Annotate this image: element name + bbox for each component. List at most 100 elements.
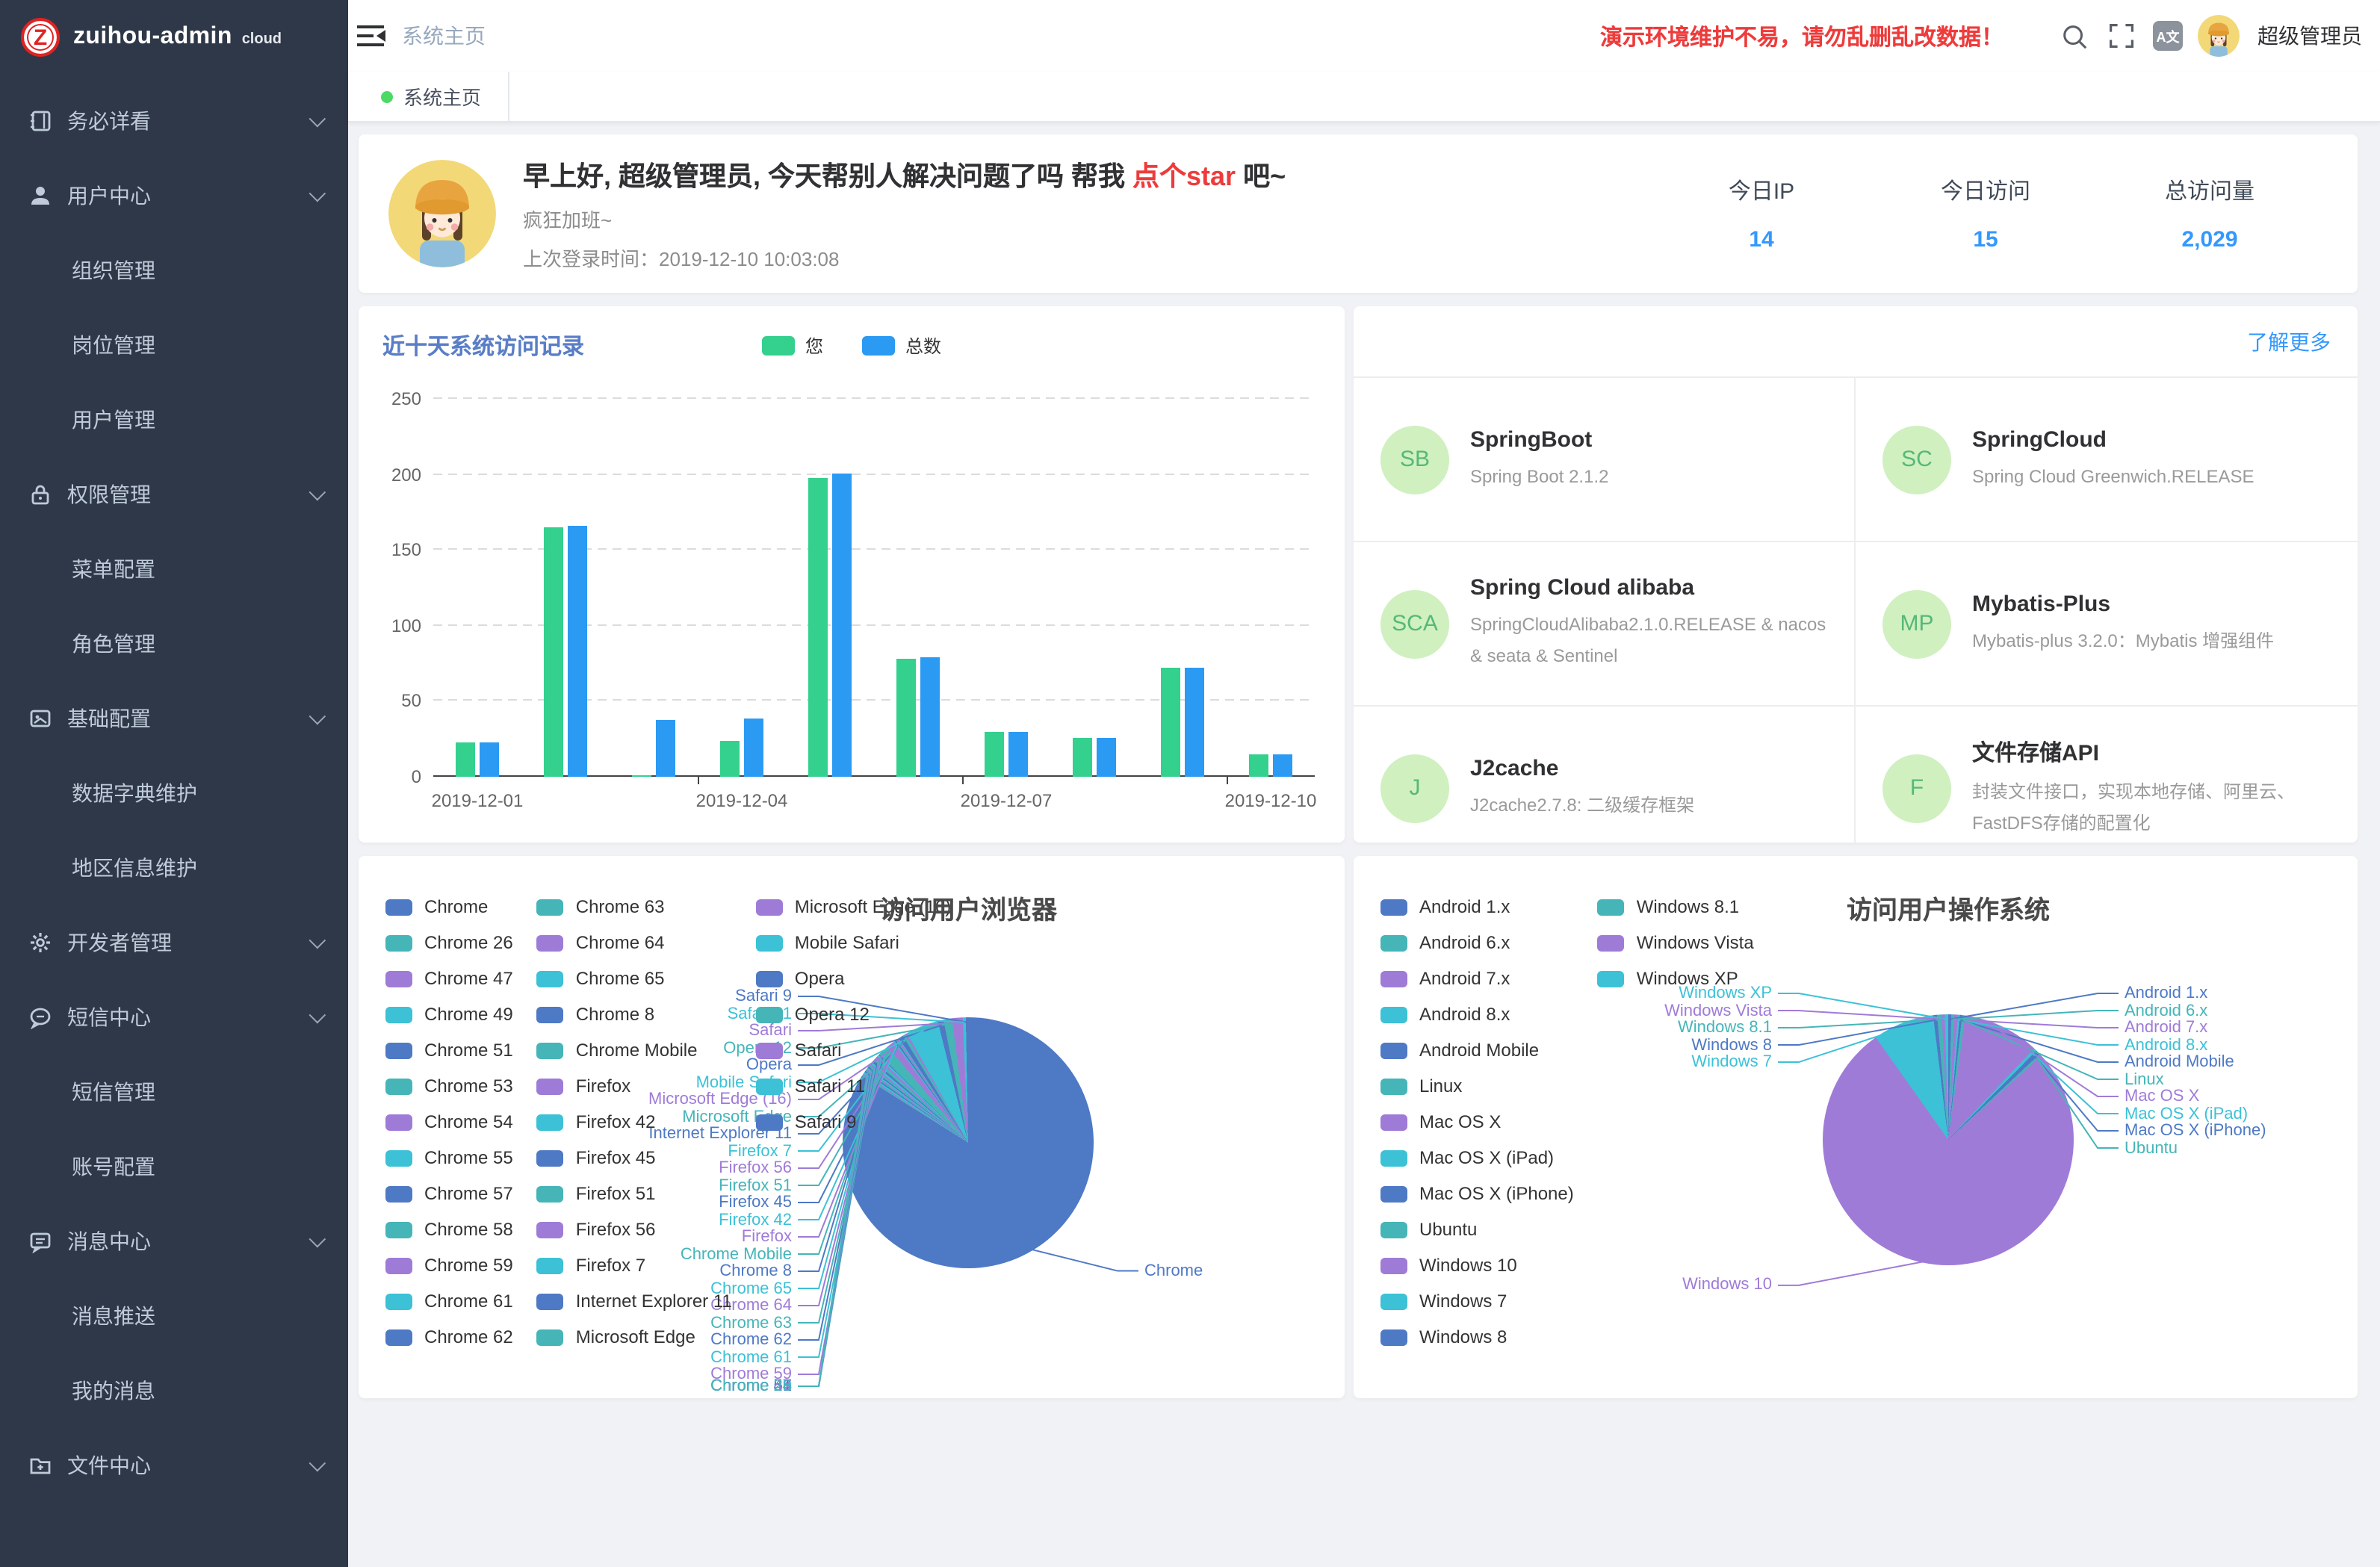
- bar-总数-2019-12-06[interactable]: [920, 657, 940, 777]
- tech-card-item-4[interactable]: JJ2cacheJ2cache2.7.8: 二级缓存框架: [1354, 707, 1856, 843]
- bar-您-2019-12-03[interactable]: [632, 775, 651, 777]
- star-link[interactable]: 点个star: [1132, 161, 1236, 191]
- sidebar-item-1[interactable]: 用户中心: [0, 158, 348, 233]
- legend-item[interactable]: Android 6.x: [1380, 925, 1574, 961]
- bar-您-2019-12-01[interactable]: [456, 742, 475, 777]
- tech-card-item-0[interactable]: SBSpringBootSpring Boot 2.1.2: [1354, 378, 1856, 542]
- sidebar-item-4[interactable]: 开发者管理: [0, 905, 348, 980]
- legend-item[interactable]: Chrome 57: [385, 1176, 513, 1211]
- legend-item[interactable]: Firefox 51: [537, 1176, 732, 1211]
- bar-总数-2019-12-03[interactable]: [656, 719, 675, 777]
- bar-您-2019-12-08[interactable]: [1073, 737, 1092, 777]
- tech-card-item-5[interactable]: F文件存储API封装文件接口，实现本地存储、阿里云、FastDFS存储的配置化: [1856, 707, 2358, 843]
- sidebar-subitem[interactable]: 我的消息: [0, 1353, 348, 1428]
- bar-总数-2019-12-02[interactable]: [568, 526, 587, 777]
- legend-item[interactable]: Ubuntu: [1380, 1211, 1574, 1247]
- legend-item[interactable]: Chrome 59: [385, 1247, 513, 1283]
- legend-item[interactable]: Mac OS X (iPad): [1380, 1140, 1574, 1176]
- sidebar-subitem[interactable]: 账号配置: [0, 1129, 348, 1204]
- legend-item[interactable]: Safari: [756, 1032, 951, 1068]
- legend-item[interactable]: Chrome: [385, 889, 513, 925]
- sidebar-subitem[interactable]: 菜单配置: [0, 532, 348, 606]
- collapse-menu-icon[interactable]: [357, 24, 387, 48]
- legend-item[interactable]: Android Mobile: [1380, 1032, 1574, 1068]
- legend-item[interactable]: Firefox 56: [537, 1211, 732, 1247]
- legend-item[interactable]: Android 8.x: [1380, 996, 1574, 1032]
- legend-item[interactable]: Chrome 53: [385, 1068, 513, 1104]
- bar-您-2019-12-07[interactable]: [985, 731, 1004, 777]
- legend-item[interactable]: Chrome Mobile: [537, 1032, 732, 1068]
- avatar[interactable]: [2198, 15, 2240, 57]
- tech-card-item-3[interactable]: MPMybatis-PlusMybatis-plus 3.2.0：Mybatis…: [1856, 542, 2358, 707]
- legend-item[interactable]: Chrome 49: [385, 996, 513, 1032]
- legend-item[interactable]: Opera 12: [756, 996, 951, 1032]
- legend-item[interactable]: Opera: [756, 961, 951, 996]
- search-icon[interactable]: [2057, 19, 2090, 52]
- language-icon[interactable]: A文: [2153, 21, 2183, 51]
- bar-总数-2019-12-08[interactable]: [1097, 737, 1116, 777]
- tech-card-item-1[interactable]: SCSpringCloudSpring Cloud Greenwich.RELE…: [1856, 378, 2358, 542]
- sidebar-item-0[interactable]: 务必详看: [0, 84, 348, 158]
- legend-item[interactable]: 总数: [862, 333, 941, 359]
- legend-item[interactable]: Mac OS X (iPhone): [1380, 1176, 1574, 1211]
- os-pie[interactable]: [1823, 1014, 2074, 1265]
- legend-item[interactable]: Windows 8: [1380, 1319, 1574, 1355]
- sidebar-item-3[interactable]: 基础配置: [0, 681, 348, 756]
- bar-总数-2019-12-04[interactable]: [744, 718, 763, 777]
- legend-item[interactable]: Android 1.x: [1380, 889, 1574, 925]
- legend-item[interactable]: Chrome 55: [385, 1140, 513, 1176]
- legend-item[interactable]: Mobile Safari: [756, 925, 951, 961]
- bar-总数-2019-12-10[interactable]: [1273, 754, 1292, 777]
- legend-item[interactable]: Chrome 64: [537, 925, 732, 961]
- legend-item[interactable]: Chrome 61: [385, 1283, 513, 1319]
- legend-item[interactable]: Internet Explorer 11: [537, 1283, 732, 1319]
- legend-item[interactable]: Firefox: [537, 1068, 732, 1104]
- legend-item[interactable]: Chrome 62: [385, 1319, 513, 1355]
- stat-value[interactable]: 14: [1649, 227, 1874, 252]
- bar-您-2019-12-09[interactable]: [1161, 668, 1180, 777]
- tab-home[interactable]: 系统主页: [354, 72, 509, 121]
- sidebar-item-5[interactable]: 短信中心: [0, 980, 348, 1055]
- learn-more-link[interactable]: 了解更多: [2247, 326, 2331, 356]
- legend-item[interactable]: Chrome 8: [537, 996, 732, 1032]
- legend-item[interactable]: Chrome 58: [385, 1211, 513, 1247]
- legend-item[interactable]: Firefox 42: [537, 1104, 732, 1140]
- legend-item[interactable]: Windows XP: [1598, 961, 1754, 996]
- legend-item[interactable]: Chrome 54: [385, 1104, 513, 1140]
- stat-value[interactable]: 15: [1874, 227, 2098, 252]
- logo[interactable]: Z zuihou-admin cloud: [0, 0, 348, 75]
- sidebar-subitem[interactable]: 角色管理: [0, 606, 348, 681]
- legend-item[interactable]: Android 7.x: [1380, 961, 1574, 996]
- legend-item[interactable]: Firefox 45: [537, 1140, 732, 1176]
- bar-总数-2019-12-07[interactable]: [1008, 731, 1028, 777]
- legend-item[interactable]: Chrome 47: [385, 961, 513, 996]
- legend-item[interactable]: Windows 8.1: [1598, 889, 1754, 925]
- sidebar-item-2[interactable]: 权限管理: [0, 457, 348, 532]
- sidebar-subitem[interactable]: 消息推送: [0, 1279, 348, 1353]
- legend-item[interactable]: Chrome 65: [537, 961, 732, 996]
- legend-item[interactable]: Safari 9: [756, 1104, 951, 1140]
- sidebar-item-7[interactable]: 文件中心: [0, 1428, 348, 1503]
- bar-总数-2019-12-01[interactable]: [480, 742, 499, 777]
- legend-item[interactable]: Linux: [1380, 1068, 1574, 1104]
- bar-您-2019-12-04[interactable]: [720, 740, 740, 777]
- legend-item[interactable]: Mac OS X: [1380, 1104, 1574, 1140]
- bar-总数-2019-12-09[interactable]: [1185, 668, 1204, 777]
- tech-card-item-2[interactable]: SCASpring Cloud alibabaSpringCloudAlibab…: [1354, 542, 1856, 707]
- stat-value[interactable]: 2,029: [2098, 227, 2322, 252]
- legend-item[interactable]: Chrome 63: [537, 889, 732, 925]
- sidebar-subitem[interactable]: 岗位管理: [0, 308, 348, 382]
- legend-item[interactable]: Windows Vista: [1598, 925, 1754, 961]
- sidebar-subitem[interactable]: 组织管理: [0, 233, 348, 308]
- legend-item[interactable]: Microsoft Edge: [537, 1319, 732, 1355]
- legend-item[interactable]: Safari 11: [756, 1068, 951, 1104]
- sidebar-subitem[interactable]: 短信管理: [0, 1055, 348, 1129]
- bar-您-2019-12-02[interactable]: [544, 527, 563, 777]
- fullscreen-icon[interactable]: [2105, 19, 2138, 52]
- legend-item[interactable]: Chrome 26: [385, 925, 513, 961]
- bar-您-2019-12-10[interactable]: [1249, 754, 1268, 777]
- sidebar-subitem[interactable]: 数据字典维护: [0, 756, 348, 831]
- sidebar-subitem[interactable]: 地区信息维护: [0, 831, 348, 905]
- legend-item[interactable]: 您: [762, 333, 823, 359]
- bar-您-2019-12-05[interactable]: [808, 477, 828, 777]
